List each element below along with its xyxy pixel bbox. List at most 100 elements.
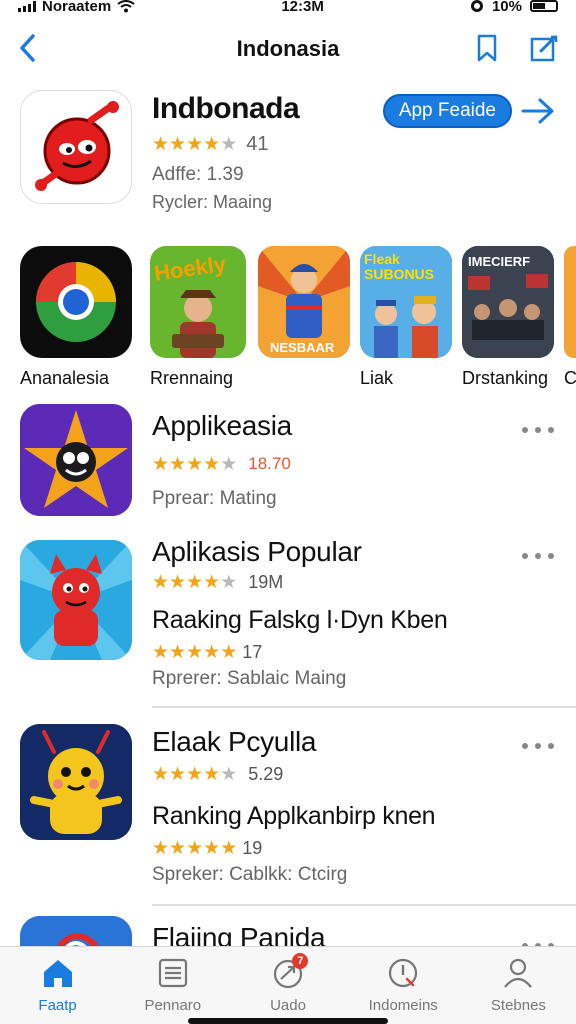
- tab-label: Pennaro: [144, 997, 202, 1014]
- divider: [152, 706, 576, 708]
- list-item[interactable]: Elaak Pcyulla ★ ★ ★ ★ ★ 5.29 Ranking Applkan…: [0, 724, 576, 900]
- tab-label: Stebnes: [490, 997, 546, 1014]
- carousel-item[interactable]: Ananalesia: [20, 246, 132, 388]
- rating-value: 5.29: [248, 764, 284, 784]
- star-rating: ★ ★ ★ ★ ★: [152, 642, 237, 663]
- edit-button[interactable]: [528, 30, 560, 66]
- rating-value: 17: [242, 642, 263, 662]
- app-carousel[interactable]: Ananalesia Hoekly Rrennaing NESBAAR Flea…: [0, 246, 576, 396]
- star-icon: ★: [169, 572, 186, 593]
- star-icon: ★: [169, 764, 186, 785]
- star-icon: ★: [220, 642, 237, 663]
- carousel-item[interactable]: C: [564, 246, 576, 388]
- star-icon: ★: [152, 764, 169, 785]
- nav-bar: Indonasia: [0, 26, 576, 70]
- app-title: Applikeasia: [152, 410, 292, 441]
- star-icon: ★: [169, 453, 186, 475]
- star-icon: ★: [220, 453, 237, 475]
- star-icon: ★: [169, 134, 186, 155]
- tab-lists[interactable]: Pennaro: [115, 947, 230, 1024]
- star-icon: ★: [152, 134, 169, 155]
- status-time: 12:3M: [281, 0, 324, 15]
- star-rating: ★ ★ ★ ★ ★: [152, 764, 237, 785]
- star-icon: ★: [186, 134, 203, 155]
- featured-app-name: Indbonada: [152, 92, 300, 125]
- carousel-label: Liak: [360, 368, 394, 388]
- rating-value: 18.70: [248, 454, 291, 473]
- list-item[interactable]: Aplikasis Popular ★ ★ ★ ★ ★ 19M Raaking Fals…: [0, 536, 576, 710]
- alarm-icon: [470, 0, 483, 12]
- carousel-label: Ananalesia: [20, 368, 110, 388]
- star-icon: ★: [203, 838, 220, 859]
- info-icon: [389, 958, 418, 988]
- app-subtitle: Raaking Falskg l·Dyn Kben: [152, 606, 448, 634]
- tab-featured[interactable]: Faatp: [0, 947, 115, 1024]
- star-icon: ★: [152, 572, 169, 593]
- star-icon: ★: [220, 764, 237, 785]
- app-sub-rating: ★ ★ ★ ★ ★ 19: [152, 838, 262, 859]
- app-rating: ★ ★ ★ ★ ★ 19M: [152, 572, 283, 593]
- featured-app[interactable]: Indbonada ★ ★ ★ ★ ★ 41 Adffe: 1.39 Rycler: M…: [0, 88, 576, 214]
- star-icon: ★: [152, 453, 169, 475]
- game-art-icon: [564, 246, 576, 358]
- star-icon: ★: [169, 838, 186, 859]
- game-art-icon: Fleak SUBONUS: [360, 246, 452, 358]
- wifi-icon: [117, 0, 135, 12]
- status-bar: Noraatem 12:3M 10%: [0, 0, 576, 18]
- app-rating: ★ ★ ★ ★ ★ 5.29: [152, 764, 283, 785]
- game-art-icon: IMECIERF: [462, 246, 554, 358]
- star-icon: ★: [220, 838, 237, 859]
- app-meta: Spreker: Cablkk: Ctcirg: [152, 864, 348, 885]
- bookmark-button[interactable]: [472, 30, 502, 66]
- carousel-item[interactable]: Hoekly Rrennaing: [150, 246, 246, 388]
- edit-icon: [530, 35, 558, 62]
- carousel-item[interactable]: Fleak SUBONUS Liak: [360, 246, 452, 388]
- tab-info[interactable]: Indomeins: [346, 947, 461, 1024]
- home-indicator: [188, 1018, 388, 1024]
- mascot-icon: [35, 100, 119, 191]
- carousel-item[interactable]: IMECIERF Drstanking: [462, 246, 554, 388]
- featured-detail-2: Rycler: Maaing: [152, 192, 273, 212]
- carousel-item[interactable]: NESBAAR: [258, 246, 350, 358]
- star-rating: ★ ★ ★ ★ ★: [152, 838, 237, 859]
- person-icon: [504, 958, 533, 988]
- tab-updates[interactable]: 7 Uado: [230, 947, 345, 1024]
- more-options-button[interactable]: [522, 422, 554, 438]
- star-icon: ★: [203, 642, 220, 663]
- star-icon: ★: [169, 642, 186, 663]
- featured-app-icon[interactable]: [20, 90, 132, 204]
- star-icon: ★: [220, 572, 237, 593]
- star-icon: ★: [186, 764, 203, 785]
- battery-percent: 10%: [491, 0, 522, 15]
- star-icon: ★: [203, 453, 220, 475]
- rating-value: 19: [242, 838, 263, 858]
- app-meta: Pprear: Mating: [152, 488, 277, 509]
- arrow-right-icon[interactable]: [520, 96, 556, 126]
- game-art-icon: Hoekly: [150, 246, 246, 358]
- more-options-button[interactable]: [522, 738, 554, 754]
- app-feature-button[interactable]: App Feaide: [382, 94, 512, 128]
- carousel-label: Rrennaing: [150, 368, 234, 388]
- art-text: IMECIERF: [468, 254, 531, 269]
- app-subtitle: Ranking Applkanbirp knen: [152, 802, 436, 830]
- tab-label: Faatp: [38, 997, 77, 1014]
- star-rating: ★ ★ ★ ★ ★: [152, 572, 237, 593]
- carrier-name: Noraatem: [42, 0, 112, 15]
- more-options-button[interactable]: [522, 548, 554, 564]
- home-icon: [43, 960, 72, 987]
- star-icon: ★: [186, 838, 203, 859]
- star-icon: ★: [203, 572, 220, 593]
- app-sub-rating: ★ ★ ★ ★ ★ 17: [152, 642, 262, 663]
- app-rating: ★ ★ ★ ★ ★ 18.70: [152, 454, 291, 474]
- bookmark-icon: [477, 34, 497, 62]
- star-rating: ★ ★ ★ ★ ★: [152, 134, 237, 155]
- list-item[interactable]: Applikeasia ★ ★ ★ ★ ★ 18.70 Pprear: Mating: [0, 404, 576, 524]
- chrome-style-icon: [20, 246, 132, 358]
- status-right: 10%: [470, 0, 558, 15]
- tab-bar: Faatp Pennaro 7 Uado Indomeins Stebnes: [0, 946, 576, 1024]
- carousel-label: C: [564, 368, 576, 388]
- star-icon: ★: [186, 642, 203, 663]
- divider: [152, 904, 576, 906]
- tab-profile[interactable]: Stebnes: [461, 947, 576, 1024]
- status-left: Noraatem: [18, 0, 135, 15]
